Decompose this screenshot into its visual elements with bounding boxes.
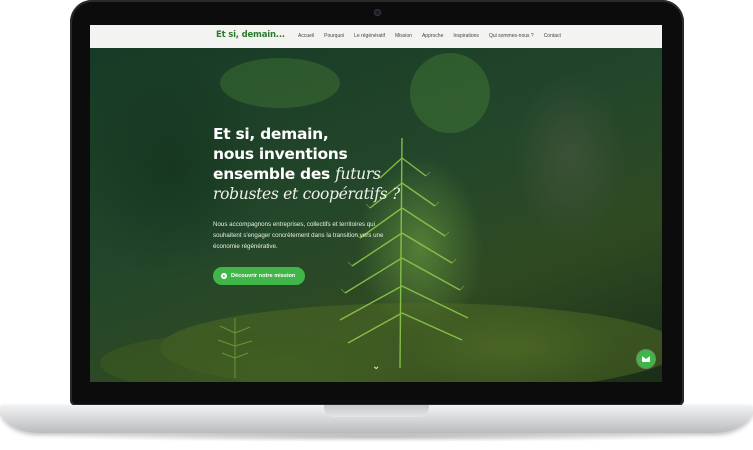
- laptop-notch: [324, 405, 429, 417]
- main-nav: Accueil Pourquoi Le régénératif Mission …: [298, 33, 561, 39]
- nav-item-regeneratif[interactable]: Le régénératif: [354, 33, 385, 39]
- nav-item-mission[interactable]: Mission: [395, 33, 412, 39]
- laptop-shadow: [40, 432, 713, 442]
- laptop-screen: Et si, demain... Accueil Pourquoi Le rég…: [90, 25, 662, 382]
- discover-mission-button[interactable]: Découvrir notre mission: [213, 267, 306, 285]
- hero-title-line-2: nous inventions: [213, 145, 348, 163]
- chevron-down-icon[interactable]: ⌄: [372, 362, 380, 372]
- camera-icon: [374, 9, 381, 16]
- hero-title-prefix: ensemble des: [213, 165, 330, 183]
- hero-section: Et si, demain, nous inventions ensemble …: [90, 48, 662, 382]
- hero-title-line-4: robustes et coopératifs ?: [213, 185, 400, 203]
- hero-title-italic-1: futurs: [335, 165, 381, 183]
- nav-item-contact[interactable]: Contact: [544, 33, 561, 39]
- site-logo[interactable]: Et si, demain...: [216, 30, 285, 40]
- mail-icon: [642, 356, 650, 362]
- cta-label: Découvrir notre mission: [231, 273, 296, 279]
- contact-float-button[interactable]: [637, 350, 655, 368]
- nav-item-accueil[interactable]: Accueil: [298, 33, 314, 39]
- hero-background-image: [100, 53, 662, 382]
- nav-item-qui-sommes-nous[interactable]: Qui sommes-nous ?: [489, 33, 534, 39]
- nav-item-approche[interactable]: Approche: [422, 33, 443, 39]
- nav-item-pourquoi[interactable]: Pourquoi: [324, 33, 344, 39]
- hero-title-line-1: Et si, demain,: [213, 125, 329, 143]
- site-header: Et si, demain... Accueil Pourquoi Le rég…: [90, 25, 662, 48]
- hero-title: Et si, demain, nous inventions ensemble …: [213, 124, 473, 204]
- nav-item-inspirations[interactable]: Inspirations: [453, 33, 479, 39]
- hero-title-line-3: ensemble des futurs: [213, 164, 473, 184]
- hero-description: Nous accompagnons entreprises, collectif…: [213, 221, 384, 250]
- play-icon: [221, 273, 227, 279]
